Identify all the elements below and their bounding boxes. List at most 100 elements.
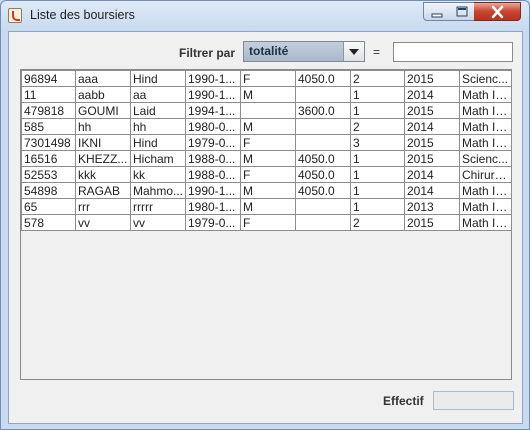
- table-row[interactable]: 7301498 IKNI Hind 1979-0... F 3 2015 Math Info: [21, 134, 512, 151]
- table-cell[interactable]: Math Info: [459, 86, 512, 103]
- table-cell[interactable]: 4050.0: [295, 70, 351, 87]
- table-cell[interactable]: 2014: [404, 118, 460, 135]
- table-cell[interactable]: Math Info: [459, 182, 512, 199]
- table-cell[interactable]: KHEZZ...: [75, 150, 131, 167]
- table-cell[interactable]: 2015: [404, 134, 460, 151]
- table-cell[interactable]: 1990-1...: [185, 70, 241, 87]
- table-cell[interactable]: 2: [350, 214, 405, 231]
- table-cell[interactable]: kkk: [75, 166, 131, 183]
- table-cell[interactable]: 52553: [21, 166, 76, 183]
- table-cell[interactable]: 1994-1...: [185, 102, 241, 119]
- table-cell[interactable]: 1990-1...: [185, 86, 241, 103]
- table-cell[interactable]: 2014: [404, 86, 460, 103]
- maximize-button[interactable]: [449, 2, 475, 21]
- table-cell[interactable]: 1979-0...: [185, 214, 241, 231]
- table-cell[interactable]: 2014: [404, 182, 460, 199]
- table-row[interactable]: 479818 GOUMI Laid 1994-1... 3600.0 1 2015 Math …: [21, 102, 512, 119]
- filter-value-input[interactable]: [393, 42, 513, 62]
- table-cell[interactable]: 2: [350, 118, 405, 135]
- table-cell[interactable]: Mahmo...: [130, 182, 186, 199]
- table-cell[interactable]: Hicham: [130, 150, 186, 167]
- table-cell[interactable]: 585: [21, 118, 76, 135]
- table-cell[interactable]: aa: [130, 86, 186, 103]
- table-cell[interactable]: 7301498: [21, 134, 76, 151]
- table-cell[interactable]: [295, 134, 351, 151]
- table-row[interactable]: 52553 kkk kk 1988-0... F 4050.0 1 2014 Chirurg..…: [21, 166, 512, 183]
- table-cell[interactable]: [295, 86, 351, 103]
- table-cell[interactable]: 1: [350, 182, 405, 199]
- table-cell[interactable]: Math Info: [459, 118, 512, 135]
- table-cell[interactable]: vv: [75, 214, 131, 231]
- table-cell[interactable]: 11: [21, 86, 76, 103]
- close-button[interactable]: [474, 2, 521, 21]
- table-cell[interactable]: 1980-0...: [185, 118, 241, 135]
- table-cell[interactable]: [295, 118, 351, 135]
- table-cell[interactable]: F: [240, 214, 296, 231]
- table-cell[interactable]: rrr: [75, 198, 131, 215]
- table-cell[interactable]: F: [240, 166, 296, 183]
- table-cell[interactable]: M: [240, 86, 296, 103]
- table-cell[interactable]: IKNI: [75, 134, 131, 151]
- chevron-down-icon[interactable]: [343, 42, 364, 61]
- table-cell[interactable]: 2015: [404, 214, 460, 231]
- table-cell[interactable]: 2015: [404, 70, 460, 87]
- minimize-button[interactable]: [423, 2, 450, 21]
- table-cell[interactable]: Hind: [130, 70, 186, 87]
- table-cell[interactable]: GOUMI: [75, 102, 131, 119]
- table-cell[interactable]: Math Info: [459, 102, 512, 119]
- table-row[interactable]: 16516 KHEZZ... Hicham 1988-0... M 4050.0 1 2015…: [21, 150, 512, 167]
- table-cell[interactable]: 1990-1...: [185, 182, 241, 199]
- table-cell[interactable]: Math Info: [459, 134, 512, 151]
- table-cell[interactable]: Math Info: [459, 198, 512, 215]
- table-cell[interactable]: hh: [130, 118, 186, 135]
- table-cell[interactable]: 4050.0: [295, 166, 351, 183]
- table-cell[interactable]: 3600.0: [295, 102, 351, 119]
- table-cell[interactable]: 65: [21, 198, 76, 215]
- table-cell[interactable]: Scienc...: [459, 70, 512, 87]
- table-cell[interactable]: aaa: [75, 70, 131, 87]
- title-bar[interactable]: Liste des boursiers: [1, 1, 529, 31]
- table-row[interactable]: 65 rrr rrrrr 1980-1... M 1 2013 Math Info: [21, 198, 512, 215]
- table-cell[interactable]: [295, 198, 351, 215]
- table-cell[interactable]: hh: [75, 118, 131, 135]
- table-cell[interactable]: M: [240, 150, 296, 167]
- table-cell[interactable]: 1: [350, 150, 405, 167]
- table-cell[interactable]: 1980-1...: [185, 198, 241, 215]
- boursiers-table[interactable]: 96894 aaa Hind 1990-1... F 4050.0 2 2015 Scienc.…: [20, 69, 512, 380]
- table-cell[interactable]: Laid: [130, 102, 186, 119]
- table-cell[interactable]: 96894: [21, 70, 76, 87]
- table-cell[interactable]: 3: [350, 134, 405, 151]
- table-cell[interactable]: 1988-0...: [185, 166, 241, 183]
- table-cell[interactable]: 2013: [404, 198, 460, 215]
- table-cell[interactable]: 1988-0...: [185, 150, 241, 167]
- table-cell[interactable]: 1979-0...: [185, 134, 241, 151]
- table-cell[interactable]: F: [240, 70, 296, 87]
- table-row[interactable]: 585 hh hh 1980-0... M 2 2014 Math Info: [21, 118, 512, 135]
- table-cell[interactable]: Hind: [130, 134, 186, 151]
- table-cell[interactable]: 2015: [404, 150, 460, 167]
- table-cell[interactable]: 578: [21, 214, 76, 231]
- table-cell[interactable]: [295, 214, 351, 231]
- table-row[interactable]: 96894 aaa Hind 1990-1... F 4050.0 2 2015 Scienc.…: [21, 70, 512, 87]
- table-cell[interactable]: 1: [350, 166, 405, 183]
- table-cell[interactable]: M: [240, 198, 296, 215]
- table-cell[interactable]: rrrrr: [130, 198, 186, 215]
- table-cell[interactable]: Chirurg...: [459, 166, 512, 183]
- table-cell[interactable]: 4050.0: [295, 150, 351, 167]
- table-cell[interactable]: 16516: [21, 150, 76, 167]
- table-cell[interactable]: 1: [350, 86, 405, 103]
- table-cell[interactable]: 1: [350, 102, 405, 119]
- table-cell[interactable]: 1: [350, 198, 405, 215]
- table-row[interactable]: 578 vv vv 1979-0... F 2 2015 Math Info: [21, 214, 512, 231]
- table-cell[interactable]: aabb: [75, 86, 131, 103]
- table-cell[interactable]: RAGAB: [75, 182, 131, 199]
- table-cell[interactable]: 479818: [21, 102, 76, 119]
- table-cell[interactable]: Scienc...: [459, 150, 512, 167]
- table-row[interactable]: 11 aabb aa 1990-1... M 1 2014 Math Info: [21, 86, 512, 103]
- table-cell[interactable]: vv: [130, 214, 186, 231]
- table-row[interactable]: 54898 RAGAB Mahmo... 1990-1... M 4050.0 1 2014 M…: [21, 182, 512, 199]
- table-cell[interactable]: M: [240, 118, 296, 135]
- table-cell[interactable]: F: [240, 134, 296, 151]
- table-cell[interactable]: 2: [350, 70, 405, 87]
- table-cell[interactable]: kk: [130, 166, 186, 183]
